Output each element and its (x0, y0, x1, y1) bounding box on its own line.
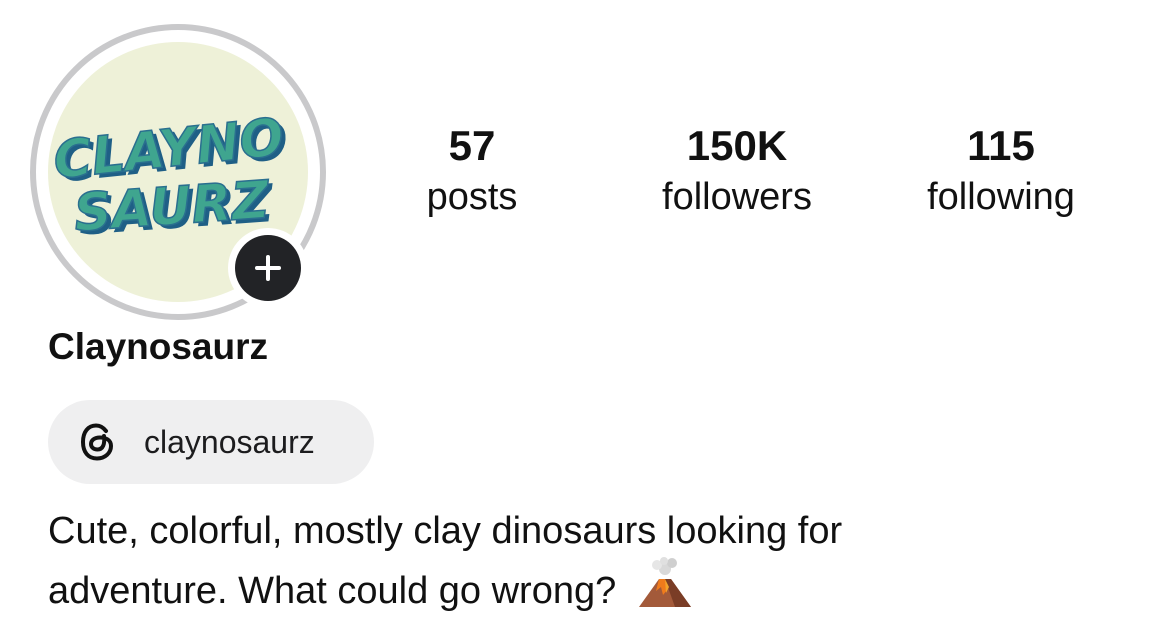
posts-count: 57 (448, 122, 496, 169)
add-story-button[interactable] (228, 228, 308, 308)
followers-label: followers (662, 176, 812, 218)
followers-stat[interactable]: 150K followers (627, 120, 847, 222)
following-count: 115 (967, 122, 1035, 169)
profile-bio: Cute, colorful, mostly clay dinosaurs lo… (48, 505, 1108, 617)
bio-line-2: adventure. What could go wrong? (48, 570, 617, 612)
plus-icon (255, 255, 281, 281)
threads-icon (78, 422, 118, 462)
bio-line-1: Cute, colorful, mostly clay dinosaurs lo… (48, 510, 843, 552)
add-story-circle (235, 235, 301, 301)
volcano-icon (638, 557, 691, 607)
posts-stat[interactable]: 57 posts (362, 120, 582, 222)
display-name: Claynosaurz (48, 326, 269, 367)
following-stat[interactable]: 115 following (891, 120, 1111, 222)
threads-link-chip[interactable]: claynosaurz (48, 400, 374, 484)
threads-handle: claynosaurz (144, 423, 315, 460)
followers-count: 150K (686, 122, 788, 169)
posts-label: posts (426, 176, 518, 218)
following-label: following (927, 176, 1075, 218)
